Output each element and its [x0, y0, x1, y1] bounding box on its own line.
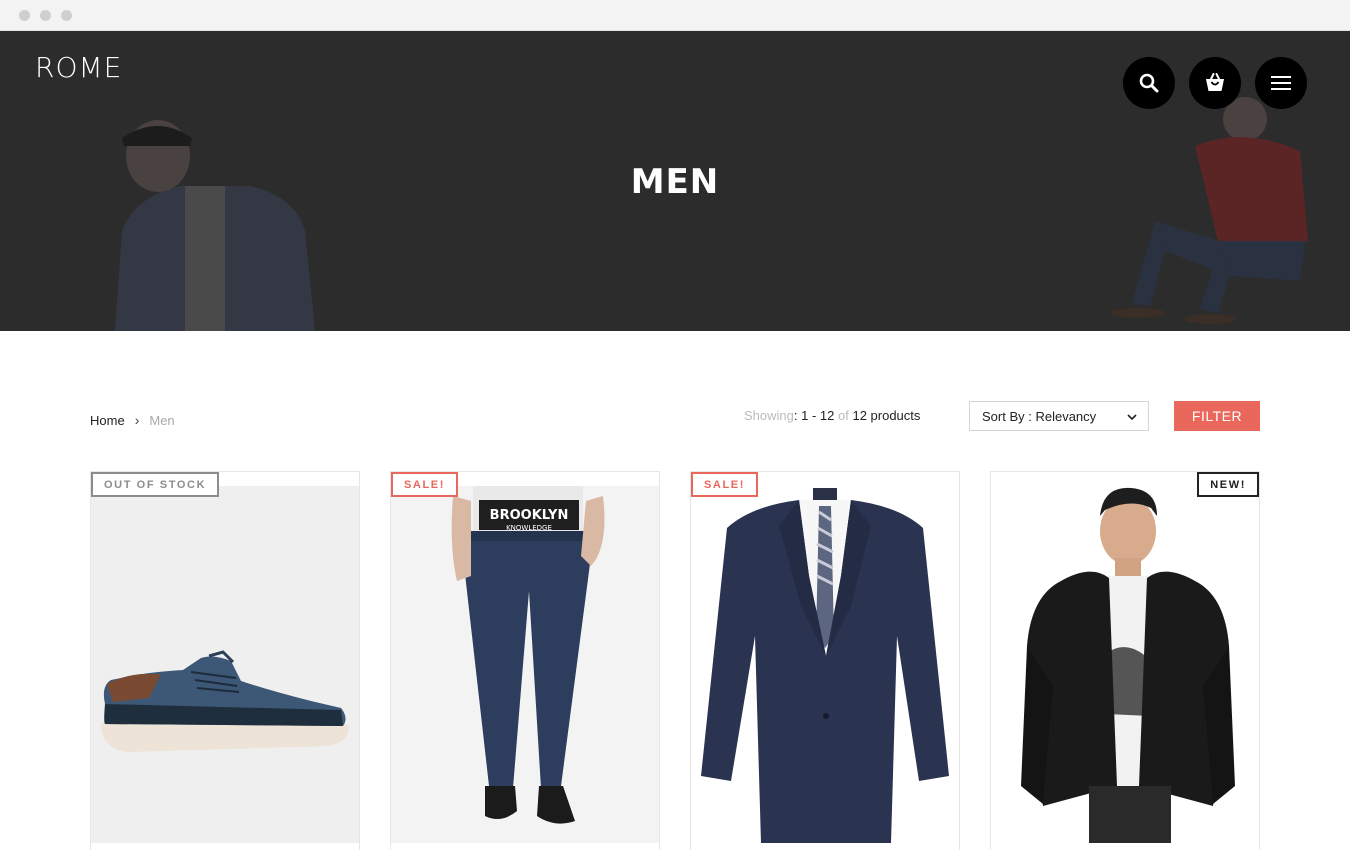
product-image-jeans: BROOKLYN KNOWLEDGE: [391, 486, 659, 843]
sale-badge: SALE!: [691, 472, 758, 497]
sort-select[interactable]: Sort By : Relevancy: [969, 401, 1149, 431]
hero-model-right: [1110, 97, 1308, 324]
search-icon: [1139, 73, 1159, 93]
tshirt-print-line2: KNOWLEDGE: [506, 524, 552, 532]
results-count: Showing: 1 - 12 of 12 products: [744, 408, 920, 423]
browser-chrome: [0, 0, 1350, 31]
chevron-right-icon: ›: [134, 412, 140, 428]
page-title: MEN: [630, 162, 720, 202]
filter-button[interactable]: FILTER: [1174, 401, 1260, 431]
window-dot: [19, 10, 30, 21]
breadcrumb-home-link[interactable]: Home: [90, 413, 125, 428]
results-colon: :: [793, 408, 798, 423]
sale-badge: SALE!: [391, 472, 458, 497]
results-prefix: Showing: [744, 408, 794, 423]
window-dot: [61, 10, 72, 21]
product-card[interactable]: SALE! BROOKLYN KNOWLEDGE: [390, 471, 660, 850]
product-card[interactable]: OUT OF STOCK: [90, 471, 360, 850]
product-image-leather-jacket: [991, 486, 1259, 843]
sort-label: Sort By : Relevancy: [982, 408, 1097, 424]
tshirt-print-line1: BROOKLYN: [490, 508, 569, 523]
product-image-suit: [691, 486, 959, 843]
hero-model-left: [115, 120, 315, 331]
site-logo[interactable]: ROME: [35, 51, 122, 84]
breadcrumb-current: Men: [149, 412, 175, 428]
search-button[interactable]: [1123, 57, 1175, 109]
menu-button[interactable]: [1255, 57, 1307, 109]
product-card[interactable]: SALE!: [690, 471, 960, 850]
chevron-down-icon: [1127, 414, 1137, 421]
new-badge: NEW!: [1197, 472, 1259, 497]
breadcrumb: Home › Men: [90, 412, 175, 428]
hamburger-menu-icon: [1271, 76, 1291, 90]
results-range: 1 - 12: [801, 408, 835, 423]
cart-icon: [1206, 73, 1224, 91]
window-dot: [40, 10, 51, 21]
product-card[interactable]: NEW!: [990, 471, 1260, 850]
results-of: of: [838, 408, 849, 423]
results-total: 12 products: [852, 408, 921, 423]
cart-button[interactable]: [1189, 57, 1241, 109]
product-image-sneaker: [91, 486, 359, 843]
out-of-stock-badge: OUT OF STOCK: [91, 472, 220, 497]
hero-banner: ROME MEN: [0, 31, 1350, 331]
